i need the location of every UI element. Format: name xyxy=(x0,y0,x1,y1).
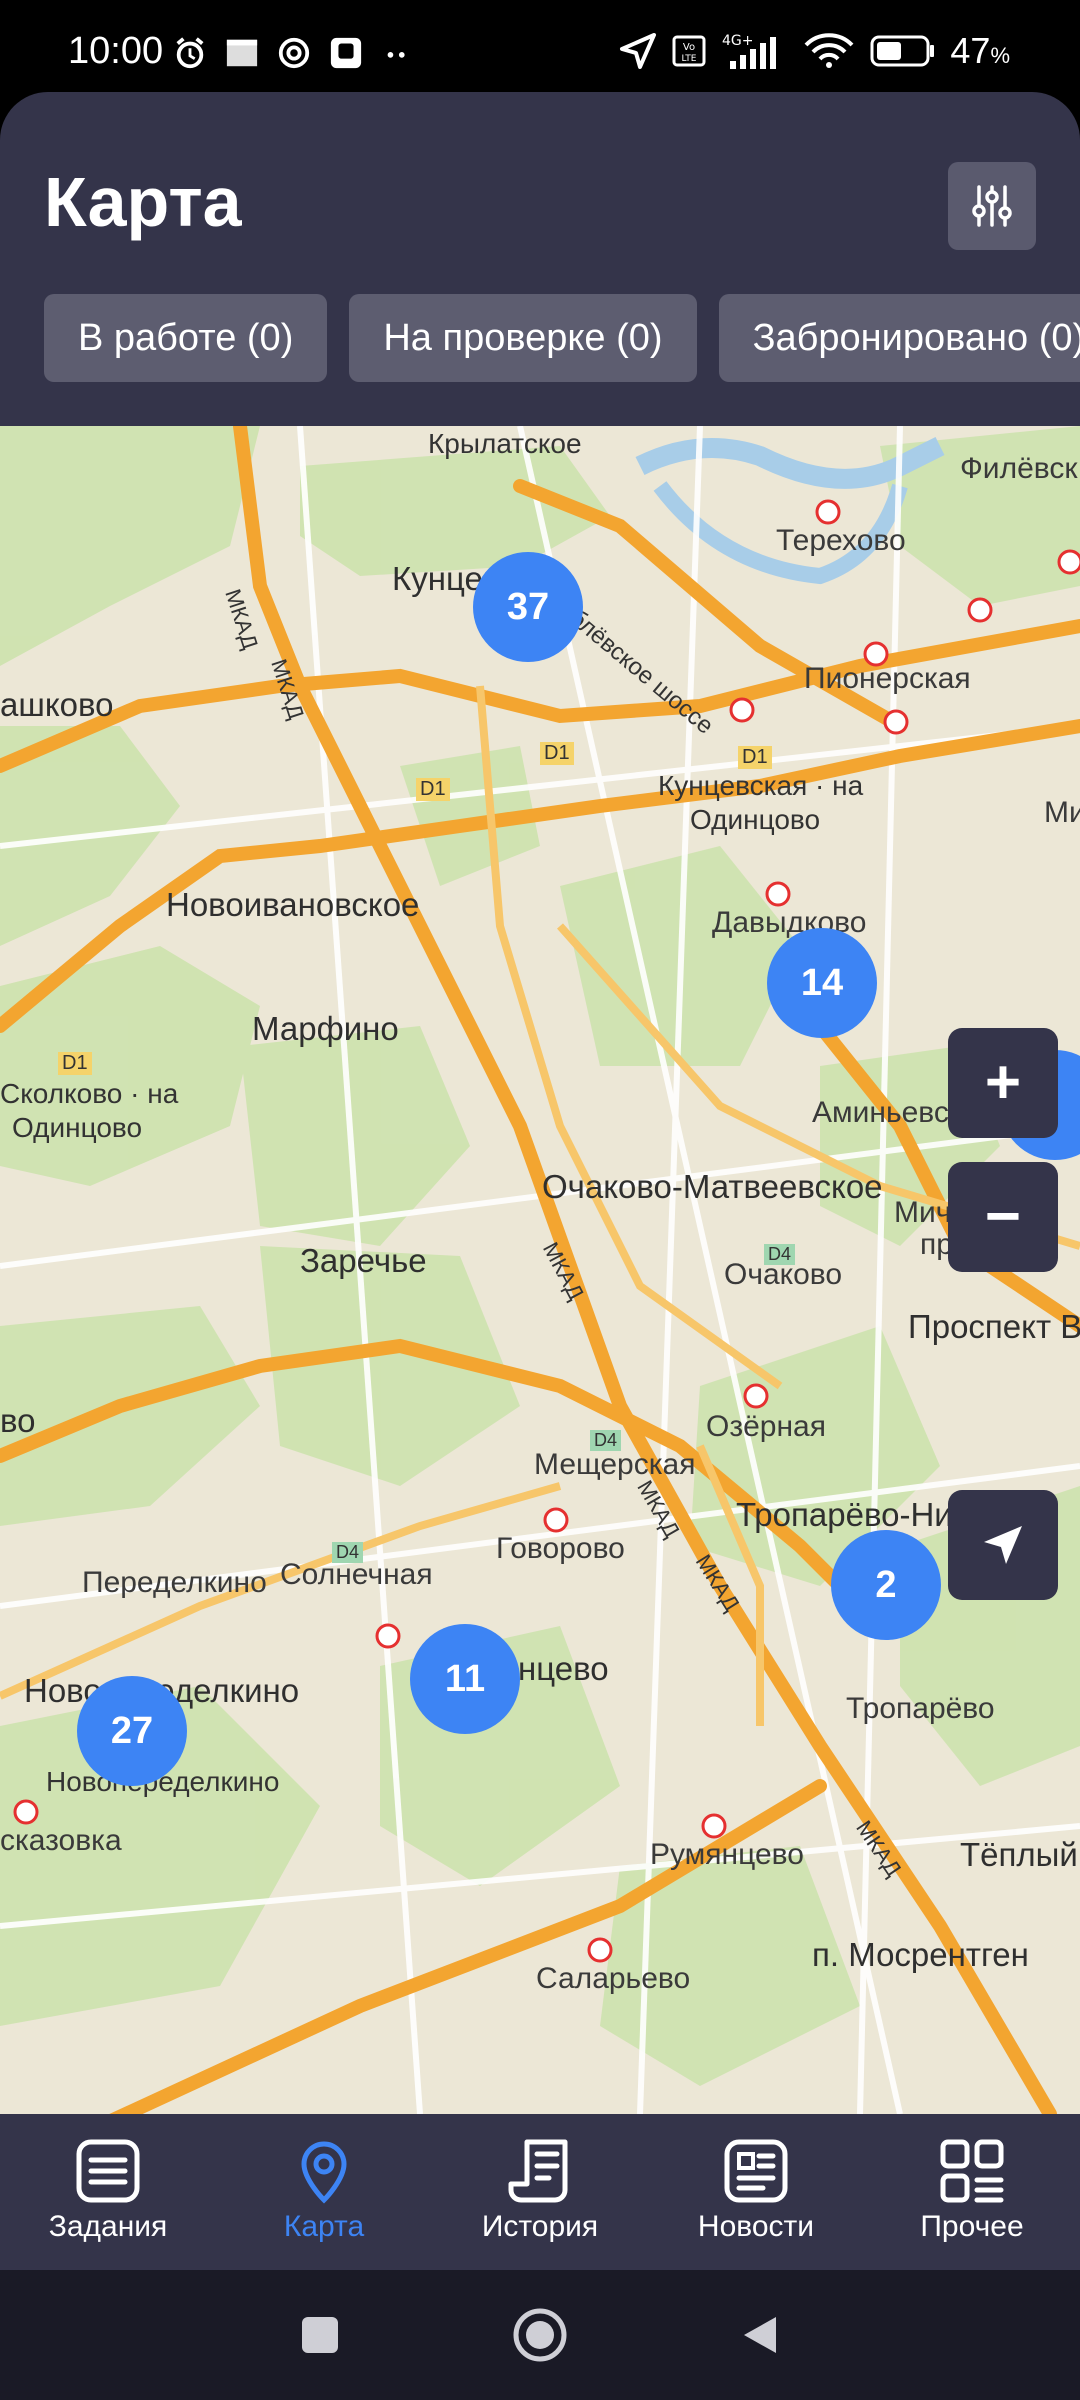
zoom-out-button[interactable]: − xyxy=(948,1162,1058,1272)
chip-booked[interactable]: Забронировано (0) xyxy=(718,294,1080,382)
nav-label: Прочее xyxy=(920,2210,1024,2243)
metro-icon xyxy=(883,709,909,735)
status-bar: 10:00 Vo LTE 4G+ 47% xyxy=(0,0,1080,92)
status-icons-right: Vo LTE 4G+ 47% xyxy=(618,30,1010,72)
location-arrow-icon xyxy=(620,33,657,69)
nav-label: История xyxy=(481,2210,599,2243)
signal-icon: 4G+ xyxy=(722,33,777,69)
network-type: 4G+ xyxy=(722,33,754,49)
metro-icon xyxy=(13,1799,39,1825)
news-icon xyxy=(724,2139,788,2203)
navigation-arrow-icon xyxy=(984,1526,1022,1564)
metro-icon xyxy=(375,1623,401,1649)
svg-text:LTE: LTE xyxy=(682,54,697,64)
alarm-icon xyxy=(176,37,204,69)
minus-icon: − xyxy=(984,1182,1022,1251)
back-triangle-icon[interactable] xyxy=(738,2313,782,2357)
nav-tasks[interactable]: Задания xyxy=(0,2114,216,2270)
volte-icon: VoLTE xyxy=(672,35,706,67)
app-icon xyxy=(330,37,362,69)
battery-icon xyxy=(870,35,935,67)
at-icon xyxy=(278,37,310,69)
metro-icon xyxy=(967,597,993,623)
home-circle-icon[interactable] xyxy=(512,2307,568,2363)
metro-icon xyxy=(543,1507,569,1533)
map-cluster[interactable]: 11 xyxy=(410,1624,520,1734)
nav-history[interactable]: История xyxy=(432,2114,648,2270)
map-cluster[interactable]: 2 xyxy=(831,1530,941,1640)
nav-label: Новости xyxy=(697,2210,815,2243)
more-dots-icon xyxy=(387,52,405,58)
wifi-icon xyxy=(804,33,854,68)
nav-map[interactable]: Карта xyxy=(216,2114,432,2270)
battery-percent: 47% xyxy=(950,30,1010,72)
metro-icon xyxy=(815,499,841,525)
system-nav-bar xyxy=(0,2270,1080,2400)
metro-markers xyxy=(13,499,1080,1963)
status-time: 10:00 xyxy=(68,30,164,72)
map-cluster[interactable]: 14 xyxy=(767,928,877,1038)
metro-icon xyxy=(1057,549,1080,575)
metro-icon xyxy=(729,697,755,723)
app-header: Карта В работе (0) На проверке (0) Забро… xyxy=(0,92,1080,426)
history-icon xyxy=(508,2139,568,2203)
metro-icon xyxy=(701,1813,727,1839)
metro-icon xyxy=(765,881,791,907)
metro-icon xyxy=(863,641,889,667)
chip-in-progress[interactable]: В работе (0) xyxy=(44,294,328,382)
nav-news[interactable]: Новости xyxy=(648,2114,864,2270)
image-icon xyxy=(226,39,258,67)
page-title: Карта xyxy=(44,163,242,241)
map-cluster[interactable]: 27 xyxy=(77,1676,187,1786)
status-icons-left xyxy=(172,36,416,70)
battery-symbol: % xyxy=(990,43,1010,68)
bottom-nav: Задания Карта История Новости Прочее xyxy=(0,2114,1080,2270)
map-pin-icon xyxy=(301,2141,347,2204)
nav-label: Задания xyxy=(48,2210,168,2243)
map-view[interactable]: Крылатское Филёвск Терехово Кунцев Рублё… xyxy=(0,426,1080,2114)
plus-icon: + xyxy=(984,1048,1022,1117)
grid-icon xyxy=(940,2139,1004,2203)
metro-icon xyxy=(743,1383,769,1409)
svg-text:Vo: Vo xyxy=(683,42,695,53)
recents-square-icon[interactable] xyxy=(298,2313,342,2357)
nav-more[interactable]: Прочее xyxy=(864,2114,1080,2270)
nav-label: Карта xyxy=(283,2210,365,2243)
zoom-in-button[interactable]: + xyxy=(948,1028,1058,1138)
chip-on-review[interactable]: На проверке (0) xyxy=(349,294,697,382)
tasks-icon xyxy=(76,2139,140,2203)
map-cluster[interactable]: 37 xyxy=(473,552,583,662)
status-chips: В работе (0) На проверке (0) Забронирова… xyxy=(44,294,1080,382)
filter-sliders-icon xyxy=(972,185,1012,227)
filter-button[interactable] xyxy=(948,162,1036,250)
metro-icon xyxy=(587,1937,613,1963)
battery-value: 47 xyxy=(950,30,991,71)
my-location-button[interactable] xyxy=(948,1490,1058,1600)
